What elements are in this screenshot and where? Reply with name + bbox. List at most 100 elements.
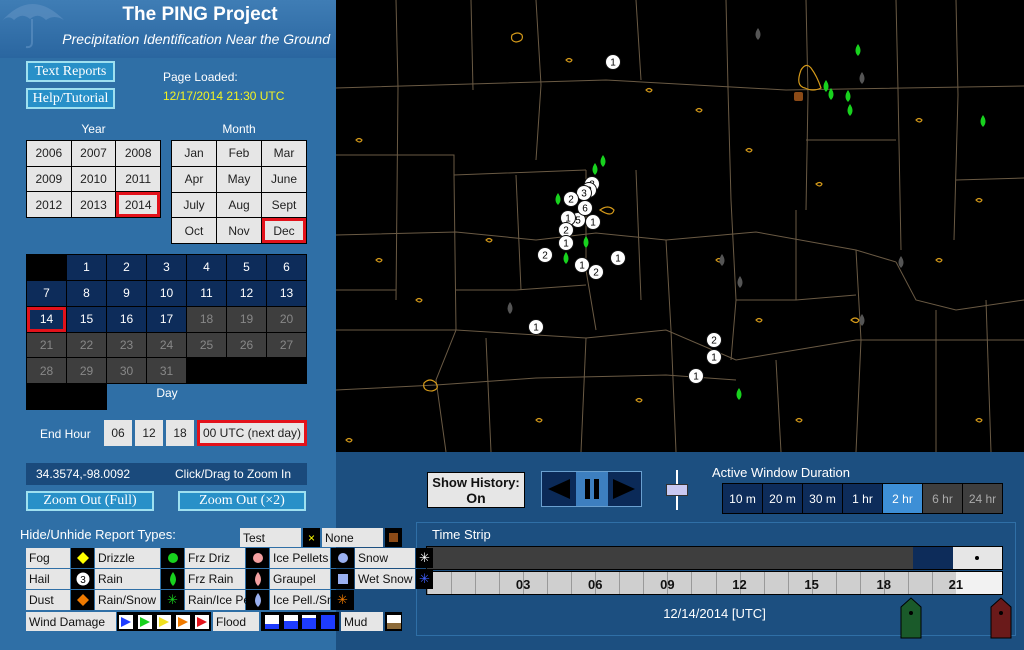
- year-2011[interactable]: 2011: [116, 166, 160, 192]
- year-2006[interactable]: 2006: [27, 141, 71, 166]
- dust-icon[interactable]: [71, 590, 94, 610]
- rain-snow-icon[interactable]: ✳: [161, 590, 184, 610]
- legend-rain[interactable]: Rain: [95, 569, 160, 589]
- duration-6hr[interactable]: 6 hr: [923, 484, 962, 513]
- day-30[interactable]: 30: [107, 358, 146, 384]
- day-23[interactable]: 23: [107, 332, 146, 358]
- duration-30m[interactable]: 30 m: [803, 484, 842, 513]
- day-14[interactable]: 14: [27, 306, 66, 332]
- report-marker[interactable]: 2: [563, 191, 579, 207]
- report-marker[interactable]: 6: [577, 200, 593, 216]
- mud-icon[interactable]: [385, 612, 402, 631]
- time-strip-bar[interactable]: [426, 546, 1003, 570]
- day-27[interactable]: 27: [267, 332, 306, 358]
- speed-slider[interactable]: [666, 470, 688, 510]
- day-18[interactable]: 18: [187, 306, 226, 332]
- duration-24hr[interactable]: 24 hr: [963, 484, 1002, 513]
- legend-frz-rain[interactable]: Frz Rain: [185, 569, 245, 589]
- step-back-button[interactable]: [542, 472, 576, 506]
- legend-wet-snow[interactable]: Wet Snow: [355, 569, 415, 589]
- day-25[interactable]: 25: [187, 332, 226, 358]
- day-22[interactable]: 22: [67, 332, 106, 358]
- month-feb[interactable]: Feb: [217, 141, 261, 166]
- day-1[interactable]: 1: [67, 255, 106, 280]
- duration-1hr[interactable]: 1 hr: [843, 484, 882, 513]
- pause-button[interactable]: [575, 472, 608, 506]
- drizzle-icon[interactable]: [161, 548, 184, 568]
- speed-slider-handle[interactable]: [666, 484, 688, 496]
- day-2[interactable]: 2: [107, 255, 146, 280]
- fog-icon[interactable]: [71, 548, 94, 568]
- legend-flood[interactable]: Flood: [213, 612, 259, 631]
- day-17[interactable]: 17: [147, 306, 186, 332]
- day-5[interactable]: 5: [227, 255, 266, 280]
- legend-snow[interactable]: Snow: [355, 548, 415, 568]
- legend-rain-snow[interactable]: Rain/Snow: [95, 590, 160, 610]
- duration-2hr[interactable]: 2 hr: [883, 484, 922, 513]
- snow-icon[interactable]: ✳: [416, 548, 433, 568]
- day-16[interactable]: 16: [107, 306, 146, 332]
- frz-driz-icon[interactable]: [246, 548, 269, 568]
- month-june[interactable]: June: [262, 166, 306, 192]
- legend-rain-ice[interactable]: Rain/Ice Pell.: [185, 590, 259, 610]
- legend-ice-pellets[interactable]: Ice Pellets: [270, 548, 330, 568]
- legend-none[interactable]: None: [322, 528, 383, 547]
- report-marker[interactable]: 1: [558, 235, 574, 251]
- text-reports-button[interactable]: Text Reports: [26, 61, 115, 82]
- legend-none-icon[interactable]: [385, 528, 402, 547]
- frz-rain-icon[interactable]: [246, 569, 269, 589]
- day-31[interactable]: 31: [147, 358, 186, 384]
- year-2013[interactable]: 2013: [71, 192, 116, 217]
- ice-snow-icon[interactable]: ✳: [331, 590, 354, 610]
- month-oct[interactable]: Oct: [172, 218, 216, 243]
- rain-ice-icon[interactable]: [246, 590, 269, 610]
- month-sept[interactable]: Sept: [262, 192, 306, 218]
- end-marker-icon[interactable]: [990, 597, 1012, 639]
- day-21[interactable]: 21: [27, 332, 66, 358]
- legend-ice-snow[interactable]: Ice Pell./Snow: [270, 590, 349, 610]
- day-13[interactable]: 13: [267, 280, 306, 306]
- day-24[interactable]: 24: [147, 332, 186, 358]
- day-28[interactable]: 28: [27, 358, 66, 384]
- rain-icon[interactable]: [161, 569, 184, 589]
- duration-20m[interactable]: 20 m: [763, 484, 802, 513]
- day-26[interactable]: 26: [227, 332, 266, 358]
- legend-drizzle[interactable]: Drizzle: [95, 548, 160, 568]
- flood-icons[interactable]: [261, 612, 339, 631]
- legend-frz-driz[interactable]: Frz Driz: [185, 548, 245, 568]
- report-marker[interactable]: 1: [605, 54, 621, 70]
- day-10[interactable]: 10: [147, 280, 186, 306]
- day-19[interactable]: 19: [227, 306, 266, 332]
- month-aug[interactable]: Aug: [217, 192, 261, 218]
- month-july[interactable]: July: [172, 192, 216, 218]
- month-may[interactable]: May: [217, 166, 261, 192]
- day-9[interactable]: 9: [107, 280, 146, 306]
- report-marker[interactable]: 1: [706, 349, 722, 365]
- day-4[interactable]: 4: [187, 255, 226, 280]
- year-2007[interactable]: 2007: [71, 141, 116, 166]
- legend-wind-damage[interactable]: Wind Damage: [26, 612, 116, 631]
- report-marker[interactable]: 1: [528, 319, 544, 335]
- day-15[interactable]: 15: [67, 306, 106, 332]
- legend-dust[interactable]: Dust: [26, 590, 70, 610]
- year-2014[interactable]: 2014: [116, 192, 160, 217]
- end-hour-0[interactable]: 06: [104, 420, 132, 446]
- day-6[interactable]: 6: [267, 255, 306, 280]
- rain-count-icon[interactable]: 3: [71, 569, 94, 589]
- duration-10m[interactable]: 10 m: [723, 484, 762, 513]
- year-2009[interactable]: 2009: [27, 166, 71, 192]
- month-nov[interactable]: Nov: [217, 218, 261, 243]
- day-20[interactable]: 20: [267, 306, 306, 332]
- ice-pellets-icon[interactable]: [331, 548, 354, 568]
- day-8[interactable]: 8: [67, 280, 106, 306]
- report-marker[interactable]: 2: [537, 247, 553, 263]
- month-dec[interactable]: Dec: [262, 218, 306, 243]
- time-strip-ticks[interactable]: 03 06 09 12 15 18 21: [426, 571, 1003, 595]
- report-marker[interactable]: 2: [588, 264, 604, 280]
- legend-test-icon[interactable]: ×: [303, 528, 320, 547]
- wind-damage-icons[interactable]: [117, 612, 211, 631]
- report-marker[interactable]: 2: [706, 332, 722, 348]
- day-3[interactable]: 3: [147, 255, 186, 280]
- report-map[interactable]: 1333561212121211211: [336, 0, 1024, 452]
- end-hour-3[interactable]: 00 UTC (next day): [197, 420, 307, 446]
